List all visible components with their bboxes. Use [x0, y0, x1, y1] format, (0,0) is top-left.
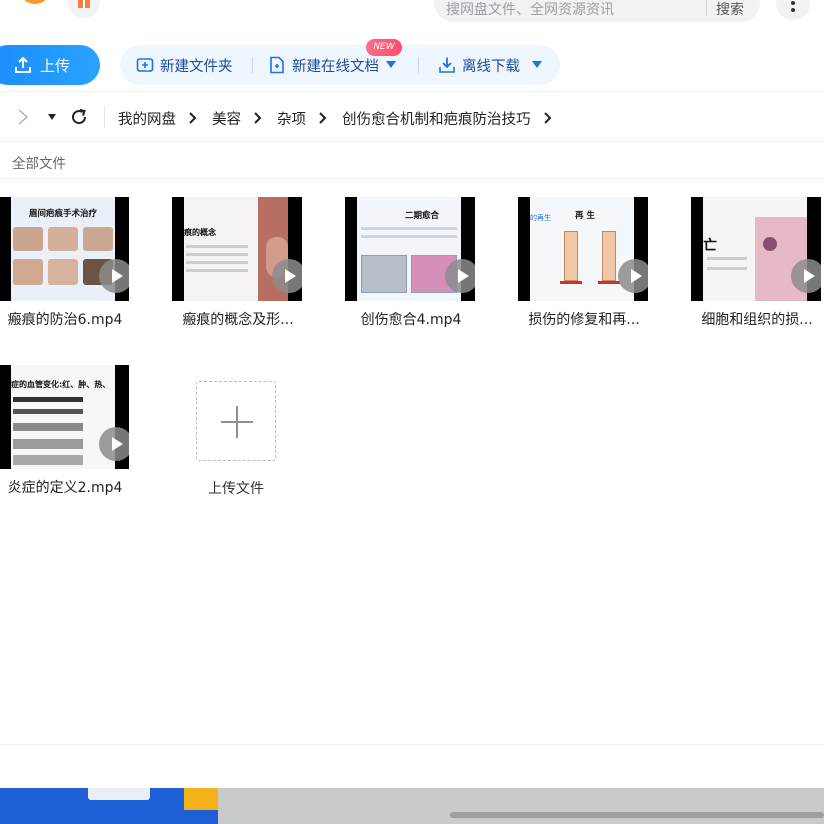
file-name[interactable]: 损伤的修复和再... — [514, 309, 654, 329]
toolbar: 上传 新建文件夹 新建在线文档 离线下载 — [0, 36, 824, 92]
breadcrumb: 我的网盘 美容 杂项 创伤愈合机制和疤痕防治技巧 — [118, 108, 567, 128]
file-item[interactable]: 眉间疤痕手术治疗 瘢痕的防治6.mp4 — [0, 197, 149, 347]
upload-button-label: 上传 — [40, 57, 71, 75]
new-folder-icon — [136, 56, 154, 74]
chevron-down-icon[interactable] — [532, 61, 542, 68]
search-button[interactable]: 搜索 — [716, 0, 744, 19]
thumbnail-title: 亡 — [703, 238, 717, 254]
play-icon[interactable] — [99, 259, 129, 293]
history-dropdown-icon[interactable] — [48, 114, 56, 120]
video-thumbnail: 症的血管变化:红、肿、热、 — [0, 365, 129, 469]
offline-download-label: 离线下载 — [462, 59, 520, 75]
download-icon — [438, 56, 456, 74]
video-thumbnail: 二期愈合 — [345, 197, 475, 301]
action-bar: 新建文件夹 新建在线文档 离线下载 — [120, 45, 560, 85]
thumbnail-title: 再 生 — [575, 211, 595, 221]
video-thumbnail: 亡 — [691, 197, 821, 301]
file-item[interactable]: 亡 细胞和组织的损... — [691, 197, 824, 347]
upload-file-tile[interactable] — [196, 381, 276, 461]
netdisk-window: 搜网盘文件、全网资源资讯 搜索 上传 新建文件夹 新建在线文档 离线下载 NEW… — [0, 0, 824, 824]
plus-icon — [236, 406, 238, 438]
chevron-down-icon[interactable] — [386, 61, 396, 68]
upload-icon — [14, 56, 32, 74]
file-item[interactable]: 症的血管变化:红、肿、热、 炎症的定义2.mp4 — [0, 365, 149, 515]
breadcrumb-item[interactable]: 我的网盘 — [118, 108, 176, 129]
new-badge: NEW — [366, 39, 402, 56]
video-thumbnail: 眉间疤痕手术治疗 — [0, 197, 129, 301]
refresh-icon[interactable] — [70, 108, 88, 126]
horizontal-scrollbar[interactable] — [450, 812, 824, 818]
search-box[interactable]: 搜网盘文件、全网资源资讯 搜索 — [434, 0, 760, 22]
breadcrumb-current[interactable]: 创伤愈合机制和疤痕防治技巧 — [342, 108, 531, 129]
taskbar — [0, 788, 824, 824]
upload-file-label[interactable]: 上传文件 — [186, 478, 286, 498]
chevron-right-icon — [539, 111, 559, 125]
file-name[interactable]: 瘢痕的防治6.mp4 — [0, 309, 135, 329]
breadcrumb-item[interactable]: 美容 — [212, 108, 241, 129]
upload-button[interactable]: 上传 — [0, 45, 100, 85]
taskbar-app-area — [0, 788, 218, 824]
forward-arrow-icon[interactable] — [16, 109, 30, 125]
file-item[interactable]: 二期愈合 创伤愈合4.mp4 — [345, 197, 495, 347]
thumbnail-title: 痕的概念 — [184, 228, 216, 237]
taskbar-app-icon[interactable] — [88, 788, 150, 800]
nav-divider — [104, 106, 105, 128]
top-bar: 搜网盘文件、全网资源资讯 搜索 — [0, 0, 824, 36]
gift-icon[interactable] — [68, 0, 100, 18]
more-menu-icon[interactable] — [776, 0, 810, 20]
thumbnail-title: 二期愈合 — [404, 211, 439, 221]
game-icon[interactable] — [22, 0, 48, 10]
play-icon[interactable] — [618, 259, 648, 293]
new-online-doc-label: 新建在线文档 — [292, 59, 379, 75]
toolbar-divider — [252, 57, 253, 73]
file-name[interactable]: 瘢痕的概念及形... — [168, 309, 308, 329]
divider — [0, 178, 824, 179]
taskbar-app-icon[interactable] — [184, 788, 218, 810]
breadcrumb-item[interactable]: 杂项 — [277, 108, 306, 129]
thumbnail-title: 眉间疤痕手术治疗 — [28, 209, 97, 219]
thumbnail-subtitle: 的再生 — [530, 214, 551, 222]
thumbnail-title: 症的血管变化:红、肿、热、 — [11, 380, 111, 389]
file-item[interactable]: 痕的概念 瘢痕的概念及形... — [172, 197, 322, 347]
new-folder-label: 新建文件夹 — [160, 59, 233, 75]
chevron-right-icon — [249, 111, 269, 125]
search-divider — [706, 0, 707, 16]
all-files-label: 全部文件 — [12, 156, 66, 172]
navigation-bar: 我的网盘 美容 杂项 创伤愈合机制和疤痕防治技巧 — [0, 92, 824, 142]
search-input[interactable]: 搜网盘文件、全网资源资讯 — [446, 0, 614, 19]
chevron-right-icon — [184, 111, 204, 125]
file-name[interactable]: 炎症的定义2.mp4 — [0, 477, 135, 497]
file-item[interactable]: 的再生 再 生 损伤的修复和再... — [518, 197, 668, 347]
play-icon[interactable] — [272, 259, 302, 293]
play-icon[interactable] — [99, 427, 129, 461]
play-icon[interactable] — [791, 259, 821, 293]
file-name[interactable]: 创伤愈合4.mp4 — [341, 309, 481, 329]
video-thumbnail: 痕的概念 — [172, 197, 302, 301]
play-icon[interactable] — [445, 259, 475, 293]
file-name[interactable]: 细胞和组织的损... — [687, 309, 824, 329]
document-icon — [268, 56, 286, 74]
chevron-right-icon — [314, 111, 334, 125]
toolbar-divider — [418, 57, 419, 73]
footer-divider — [0, 744, 824, 745]
video-thumbnail: 的再生 再 生 — [518, 197, 648, 301]
